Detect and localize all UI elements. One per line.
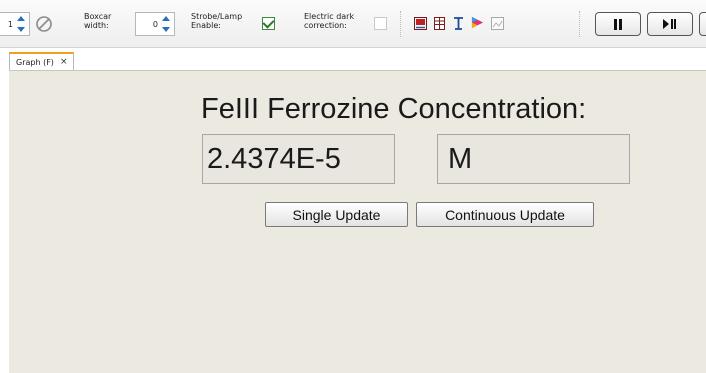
boxcar-label: Boxcar width: (84, 12, 111, 30)
spinner-arrows-icon[interactable] (16, 16, 26, 32)
spinner-arrows-icon[interactable] (161, 16, 171, 32)
main-panel: FeIII Ferrozine Concentration: 2.4374E-5… (9, 70, 706, 373)
dark-correction-checkbox[interactable] (374, 17, 387, 30)
play-pause-icon (663, 19, 676, 29)
strobe-label-line1: Strobe/Lamp (191, 12, 243, 21)
concentration-title: FeIII Ferrozine Concentration: (201, 93, 587, 125)
image-icon[interactable] (491, 17, 504, 30)
toolbar-button-partial[interactable] (699, 12, 706, 36)
scans-value: 1 (7, 20, 13, 29)
strobe-label-line2: Enable: (191, 21, 221, 30)
no-entry-icon[interactable] (35, 15, 53, 33)
unit-field: M (437, 134, 630, 184)
dark-correction-label: Electric dark correction: (304, 12, 354, 30)
tab-strip: Graph (F) × (0, 48, 706, 70)
single-update-button[interactable]: Single Update (265, 202, 408, 227)
dark-label-line2: correction: (304, 21, 347, 30)
text-cursor-icon[interactable] (452, 17, 465, 30)
boxcar-value: 0 (152, 20, 158, 29)
pause-button[interactable] (595, 12, 641, 36)
toolbar-separator (400, 11, 401, 37)
boxcar-label-line2: width: (84, 21, 109, 30)
color-icon[interactable] (471, 16, 484, 29)
toolbar-separator (579, 11, 580, 37)
play-pause-button[interactable] (647, 12, 693, 36)
pause-icon (614, 18, 622, 30)
strobe-label: Strobe/Lamp Enable: (191, 12, 242, 30)
close-icon[interactable]: × (60, 57, 68, 67)
graph-icon[interactable] (414, 17, 427, 30)
scans-spinner[interactable]: 1 (0, 12, 30, 36)
table-icon[interactable] (433, 17, 446, 30)
toolbar: 1 Boxcar width: 0 Strobe/Lamp Enable: El… (0, 0, 706, 48)
boxcar-spinner[interactable]: 0 (135, 12, 175, 36)
dark-label-line1: Electric dark (304, 12, 355, 21)
boxcar-label-line1: Boxcar (84, 12, 112, 21)
concentration-value-field: 2.4374E-5 (202, 134, 395, 184)
continuous-update-button[interactable]: Continuous Update (416, 202, 594, 227)
tab-label: Graph (F) (16, 57, 54, 67)
strobe-checkbox[interactable] (262, 17, 275, 30)
tab-graph[interactable]: Graph (F) × (9, 52, 75, 70)
